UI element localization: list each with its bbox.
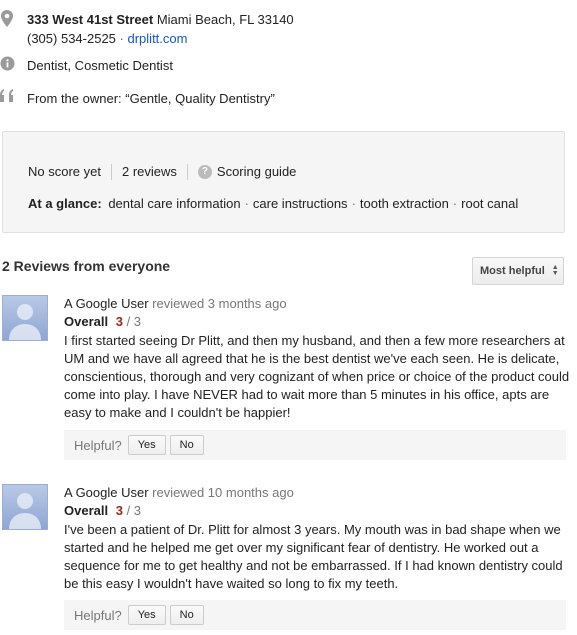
helpful-no-button[interactable]: No <box>169 605 204 625</box>
overall-label: Overall <box>64 314 109 329</box>
help-icon[interactable]: ? <box>197 165 212 179</box>
helpful-yes-button[interactable]: Yes <box>127 435 166 455</box>
glance-item[interactable]: dental care information <box>108 196 240 211</box>
glance-item[interactable]: root canal <box>461 196 518 211</box>
at-a-glance: At a glance: dental care information · car… <box>28 196 519 211</box>
reviews-heading: 2 Reviews from everyone <box>2 258 171 274</box>
rating-max: / 3 <box>126 314 142 329</box>
score-panel: No score yet 2 reviews ? Scoring guide A… <box>2 131 565 233</box>
owner-quote-row: From the owner: “Gentle, Quality Dentist… <box>0 89 275 108</box>
categories-row: Dentist, Cosmetic Dentist <box>0 56 173 75</box>
owner-quote-text: From the owner: “Gentle, Quality Dentist… <box>27 91 275 106</box>
overall-label: Overall <box>64 503 109 518</box>
helpful-label: Helpful? <box>74 607 122 623</box>
review-item: A Google User reviewed 3 months ago Over… <box>0 295 577 460</box>
divider <box>186 164 188 180</box>
rating-max: / 3 <box>126 503 142 518</box>
review-date: reviewed 10 months ago <box>152 485 294 500</box>
score-status: No score yet <box>28 164 101 179</box>
reviews-count-link[interactable]: 2 reviews <box>122 163 177 181</box>
sort-dropdown[interactable]: Most helpful ▲ ▼ <box>472 257 564 285</box>
address-block: 333 West 41st Street Miami Beach, FL 331… <box>0 10 294 48</box>
score-summary: No score yet 2 reviews ? Scoring guide <box>28 163 296 181</box>
review-author: A Google User <box>64 296 149 311</box>
divider <box>110 164 112 180</box>
map-pin-icon <box>0 10 20 28</box>
rating-score: 3 <box>115 503 123 518</box>
sort-label: Most helpful <box>480 265 545 277</box>
avatar <box>2 484 48 530</box>
quote-icon <box>0 89 20 107</box>
phone-number[interactable]: (305) 534-2525 <box>27 31 116 46</box>
avatar <box>2 295 48 341</box>
review-text: I first started seeing Dr Plitt, and the… <box>64 333 570 420</box>
review-text: I've been a patient of Dr. Plitt for alm… <box>64 522 563 591</box>
website-link[interactable]: drplitt.com <box>128 31 188 46</box>
review-rating: Overall 3 / 3 <box>64 502 141 520</box>
city-state-zip: Miami Beach, FL 33140 <box>156 12 294 27</box>
review-item: A Google User reviewed 10 months ago Ove… <box>0 484 577 634</box>
sort-arrows-icon: ▲ ▼ <box>551 264 559 277</box>
helpful-yes-button[interactable]: Yes <box>127 605 166 625</box>
helpful-bar: Helpful? Yes No <box>64 430 566 460</box>
rating-score: 3 <box>115 314 123 329</box>
categories-text: Dentist, Cosmetic Dentist <box>27 58 173 73</box>
helpful-no-button[interactable]: No <box>169 435 204 455</box>
review-date: reviewed 3 months ago <box>152 296 287 311</box>
review-author: A Google User <box>64 485 149 500</box>
helpful-bar: Helpful? Yes No <box>64 600 566 630</box>
glance-item[interactable]: care instructions <box>253 196 348 211</box>
glance-label: At a glance: <box>28 196 102 211</box>
street-address: 333 West 41st Street <box>27 12 154 27</box>
separator-dot: · <box>119 31 124 46</box>
scoring-guide-link[interactable]: Scoring guide <box>217 163 297 181</box>
info-icon <box>0 56 20 74</box>
glance-item[interactable]: tooth extraction <box>360 196 449 211</box>
review-rating: Overall 3 / 3 <box>64 313 141 331</box>
helpful-label: Helpful? <box>74 437 122 453</box>
